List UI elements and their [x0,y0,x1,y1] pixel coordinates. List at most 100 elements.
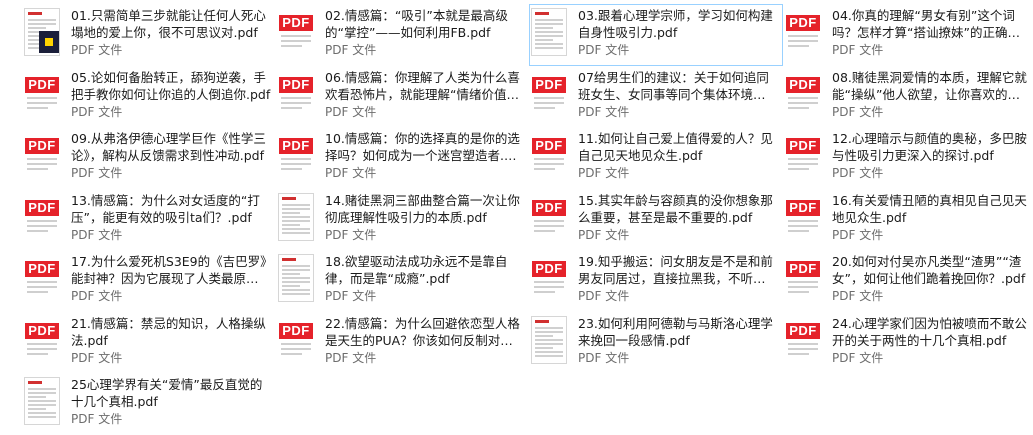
file-type-label: PDF 文件 [832,289,884,303]
file-name: 23.如何利用阿德勒与马斯洛心理学来挽回一段感情.pdf [578,315,773,348]
pdf-badge: PDF [25,322,59,339]
file-type-label: PDF 文件 [832,350,884,365]
file-item[interactable]: 03.跟着心理学宗师，学习如何构建自身性吸引力.pdf PDF 文件 [529,4,783,66]
file-type-label: PDF 文件 [325,350,377,365]
file-type-label: PDF 文件 [578,104,630,119]
file-item[interactable]: PDF 09.从弗洛伊德心理学巨作《性学三论》，解构从反馈需求到性冲动.pdf PD… [22,127,276,189]
pdf-badge: PDF [25,138,59,154]
pdf-badge: PDF [532,261,566,277]
file-item[interactable]: 25心理学界有关“爱情”最反直觉的十几个真相.pdf PDF 文件 [22,373,276,435]
file-name: 22.情感篇：为什么回避依恋型人格是天生的PUA？你该如何反制对方.pdf [325,315,520,348]
pdf-badge: PDF [279,322,313,339]
file-name: 09.从弗洛伊德心理学巨作《性学三论》，解构从反馈需求到性冲动.pdf [71,131,266,163]
pdf-file-icon: PDF [786,194,822,242]
file-type-label: PDF 文件 [578,227,630,242]
file-type-label: PDF 文件 [325,43,377,57]
file-item[interactable]: PDF 05.论如何备胎转正，舔狗逆袭，手把手教你如何让你追的人倒追你.pdf PD… [22,66,276,128]
pdf-file-icon: PDF [25,317,61,365]
pdf-badge: PDF [786,138,820,154]
file-type-label: PDF 文件 [71,289,123,303]
file-type-label: PDF 文件 [71,350,123,365]
pdf-badge: PDF [532,138,566,154]
file-name: 15.其实年龄与容颜真的没你想象那么重要，甚至是最不重要的.pdf [578,192,773,225]
pdf-file-icon: PDF [532,132,568,180]
file-item[interactable]: PDF 04.你真的理解“男女有别”这个词吗？怎样才算“搭讪撩妹”的正确姿势.pd… [783,4,1033,66]
pdf-file-icon: PDF [279,317,315,365]
pdf-thumbnail-icon [279,255,315,303]
pdf-file-icon: PDF [532,255,568,303]
pdf-thumbnail-icon [532,316,568,365]
file-item[interactable]: PDF 08.赌徒黑洞爱情的本质，理解它就能“操纵”他人欲望，让你喜欢的人爱上你.… [783,66,1033,128]
pdf-file-icon: PDF [279,9,315,57]
pdf-file-icon: PDF [25,71,61,119]
pdf-badge: PDF [532,76,566,93]
pdf-file-icon: PDF [532,194,568,242]
file-type-label: PDF 文件 [325,227,377,242]
file-name: 20.如何对付吴亦凡类型“渣男”“渣女”，如何让他们跪着挽回你？.pdf [832,254,1026,286]
file-type-label: PDF 文件 [832,43,884,57]
file-item[interactable]: 01.只需简单三步就能让任何人死心塌地的爱上你，很不可思议对.pdf PDF 文件 [22,4,276,66]
file-item[interactable]: 18.欲望驱动法成功永远不是靠自律，而是靠“成瘾”.pdf PDF 文件 [276,250,529,312]
file-item[interactable]: PDF 20.如何对付吴亦凡类型“渣男”“渣女”，如何让他们跪着挽回你？.pdf P… [783,250,1033,312]
pdf-file-icon: PDF [786,255,822,303]
pdf-file-icon: PDF [279,71,315,119]
pdf-file-icon: PDF [786,71,822,119]
file-item[interactable]: PDF 17.为什么爱死机S3E9的《吉巴罗》能封神？因为它展现了人类最原始的欲望… [22,250,276,312]
file-type-label: PDF 文件 [578,166,630,180]
file-name: 19.知乎搬运：问女朋友是不是和前男友同居过，直接拉黑我，不听我解释.pdf [578,254,778,286]
pdf-badge: PDF [25,76,59,93]
file-item[interactable]: PDF 21.情感篇：禁忌的知识，人格操纵法.pdf PDF 文件 [22,312,276,374]
file-item[interactable]: PDF 15.其实年龄与容颜真的没你想象那么重要，甚至是最不重要的.pdf PDF … [529,189,783,251]
file-name: 04.你真的理解“男女有别”这个词吗？怎样才算“搭讪撩妹”的正确姿势.pdf [832,8,1020,40]
file-item[interactable]: PDF 24.心理学家们因为怕被喷而不敢公开的关于两性的十几个真相.pdf PDF … [783,312,1033,374]
pdf-badge: PDF [786,322,820,339]
file-name: 05.论如何备胎转正，舔狗逆袭，手把手教你如何让你追的人倒追你.pdf [71,69,271,102]
pdf-badge: PDF [786,199,820,216]
file-item[interactable]: PDF 13.情感篇：为什么对女适度的“打压”，能更有效的吸引ta们？.pdf PD… [22,189,276,251]
file-item[interactable]: PDF 02.情感篇：“吸引”本就是最高级的“掌控”——如何利用FB.pdf PDF… [276,4,529,66]
pdf-badge: PDF [279,76,313,93]
file-name: 01.只需简单三步就能让任何人死心塌地的爱上你，很不可思议对.pdf [71,8,266,40]
file-item[interactable]: PDF 06.情感篇：你理解了人类为什么喜欢看恐怖片，就能理解“情绪价值”. pdf… [276,66,529,128]
pdf-badge: PDF [532,199,566,216]
file-name: 24.心理学家们因为怕被喷而不敢公开的关于两性的十几个真相.pdf [832,315,1027,348]
file-name: 12.心理暗示与颜值的奥秘，多巴胺与性吸引力更深入的探讨.pdf [832,131,1027,163]
pdf-thumbnail-icon [279,193,315,242]
pdf-file-icon: PDF [25,194,61,242]
file-type-label: PDF 文件 [71,227,123,242]
file-item[interactable]: PDF 12.心理暗示与颜值的奥秘，多巴胺与性吸引力更深入的探讨.pdf PDF 文… [783,127,1033,189]
file-name: 16.有关爱情丑陋的真相见自己见天地见众生.pdf [832,192,1027,225]
pdf-file-icon: PDF [786,132,822,180]
file-name: 07给男生们的建议：关于如何追同班女生、女同事等同个集体环境中的女生.pdf [578,69,778,102]
file-item[interactable]: 14.赌徒黑洞三部曲整合篇一次让你彻底理解性吸引力的本质.pdf PDF 文件 [276,189,529,251]
file-item[interactable]: PDF 11.如何让自己爱上值得爱的人？见自己见天地见众生.pdf PDF 文件 [529,127,783,189]
file-name: 11.如何让自己爱上值得爱的人？见自己见天地见众生.pdf [578,131,773,163]
file-item[interactable]: PDF 10.情感篇：你的选择真的是你的选择吗？如何成为一个迷宫塑造者.pdf PD… [276,127,529,189]
pdf-file-icon: PDF [786,9,822,57]
file-item[interactable]: PDF 19.知乎搬运：问女朋友是不是和前男友同居过，直接拉黑我，不听我解释.pd… [529,250,783,312]
file-grid: 01.只需简单三步就能让任何人死心塌地的爱上你，很不可思议对.pdf PDF 文件… [22,4,1033,435]
file-type-label: PDF 文件 [578,289,630,303]
file-name: 18.欲望驱动法成功永远不是靠自律，而是靠“成瘾”.pdf [325,254,508,286]
pdf-badge: PDF [279,15,313,31]
pdf-thumbnail-icon [25,378,61,426]
file-type-label: PDF 文件 [325,104,377,119]
pdf-badge: PDF [786,261,820,277]
pdf-file-icon: PDF [786,317,822,365]
pdf-badge: PDF [25,199,59,216]
file-item[interactable]: PDF 07给男生们的建议：关于如何追同班女生、女同事等同个集体环境中的女生.pd… [529,66,783,128]
file-type-label: PDF 文件 [71,104,123,119]
file-item[interactable]: PDF 16.有关爱情丑陋的真相见自己见天地见众生.pdf PDF 文件 [783,189,1033,251]
file-type-label: PDF 文件 [71,166,123,180]
pdf-badge: PDF [786,76,820,93]
file-item[interactable]: PDF 22.情感篇：为什么回避依恋型人格是天生的PUA？你该如何反制对方. pdf… [276,312,529,374]
file-name: 21.情感篇：禁忌的知识，人格操纵法.pdf [71,315,266,348]
file-name: 06.情感篇：你理解了人类为什么喜欢看恐怖片，就能理解“情绪价值”.pdf [325,69,520,102]
file-item[interactable]: 23.如何利用阿德勒与马斯洛心理学来挽回一段感情.pdf PDF 文件 [529,312,783,374]
pdf-thumbnail-icon [25,9,61,57]
file-name: 25心理学界有关“爱情”最反直觉的十几个真相.pdf [71,377,263,409]
file-name: 02.情感篇：“吸引”本就是最高级的“掌控”——如何利用FB.pdf [325,8,508,40]
file-name: 17.为什么爱死机S3E9的《吉巴罗》能封神？因为它展现了人类最原始的欲望.pd… [71,254,271,286]
file-type-label: PDF 文件 [71,43,123,57]
file-type-label: PDF 文件 [325,289,377,303]
